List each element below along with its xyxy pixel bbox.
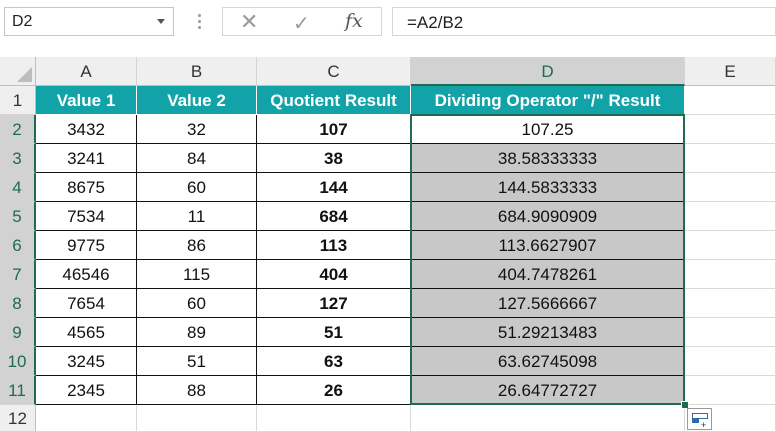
header-cell-b1[interactable]: Value 2 <box>137 86 257 115</box>
formula-input[interactable]: =A2/B2 <box>392 7 776 36</box>
more-options-icon[interactable] <box>198 11 202 33</box>
row-header-4[interactable]: 4 <box>0 173 36 202</box>
cell-b9[interactable]: 89 <box>137 318 257 347</box>
cell-d4[interactable]: 144.5833333 <box>411 173 685 202</box>
row-header-11[interactable]: 11 <box>0 376 36 405</box>
enter-check-icon[interactable]: ✓ <box>293 11 310 36</box>
cell-e9[interactable] <box>685 318 776 347</box>
cell-e4[interactable] <box>685 173 776 202</box>
insert-function-fx-icon[interactable]: fx <box>345 10 363 32</box>
cancel-x-icon[interactable]: ✕ <box>240 9 258 35</box>
name-box[interactable]: D2 <box>4 7 174 36</box>
cell-c2[interactable]: 107 <box>257 115 411 144</box>
cell-c8[interactable]: 127 <box>257 289 411 318</box>
row-header-7[interactable]: 7 <box>0 260 36 289</box>
cell-b10[interactable]: 51 <box>137 347 257 376</box>
cell-b7[interactable]: 115 <box>137 260 257 289</box>
cell-a2[interactable]: 3432 <box>36 115 137 144</box>
formula-bar-area: D2 ✕ ✓ fx =A2/B2 <box>0 0 776 57</box>
cell-a6[interactable]: 9775 <box>36 231 137 260</box>
cell-a3[interactable]: 3241 <box>36 144 137 173</box>
cell-c9[interactable]: 51 <box>257 318 411 347</box>
row-header-8[interactable]: 8 <box>0 289 36 318</box>
cell-d12[interactable] <box>411 405 685 432</box>
cell-d9[interactable]: 51.29213483 <box>411 318 685 347</box>
cell-c12[interactable] <box>257 405 411 432</box>
cell-a11[interactable]: 2345 <box>36 376 137 405</box>
row-header-1[interactable]: 1 <box>0 86 36 115</box>
row-header-3[interactable]: 3 <box>0 144 36 173</box>
cell-e7[interactable] <box>685 260 776 289</box>
select-all-button[interactable] <box>0 57 36 86</box>
row-header-10[interactable]: 10 <box>0 347 36 376</box>
cell-e5[interactable] <box>685 202 776 231</box>
cell-d2[interactable]: 107.25 <box>411 115 685 144</box>
cell-a10[interactable]: 3245 <box>36 347 137 376</box>
formula-text: =A2/B2 <box>407 13 464 32</box>
cell-e11[interactable] <box>685 376 776 405</box>
formula-buttons: ✕ ✓ fx <box>222 7 382 36</box>
cell-a8[interactable]: 7654 <box>36 289 137 318</box>
cell-e2[interactable] <box>685 115 776 144</box>
column-header-a[interactable]: A <box>36 57 137 86</box>
chevron-down-icon[interactable] <box>157 19 165 24</box>
cell-c5[interactable]: 684 <box>257 202 411 231</box>
row-header-9[interactable]: 9 <box>0 318 36 347</box>
cell-a7[interactable]: 46546 <box>36 260 137 289</box>
cell-a12[interactable] <box>36 405 137 432</box>
cell-c3[interactable]: 38 <box>257 144 411 173</box>
header-cell-d1[interactable]: Dividing Operator "/" Result <box>411 86 685 115</box>
cell-e6[interactable] <box>685 231 776 260</box>
cell-b11[interactable]: 88 <box>137 376 257 405</box>
cell-e8[interactable] <box>685 289 776 318</box>
header-cell-c1[interactable]: Quotient Result <box>257 86 411 115</box>
cell-b8[interactable]: 60 <box>137 289 257 318</box>
header-cell-a1[interactable]: Value 1 <box>36 86 137 115</box>
cell-c4[interactable]: 144 <box>257 173 411 202</box>
cell-d7[interactable]: 404.7478261 <box>411 260 685 289</box>
cell-b6[interactable]: 86 <box>137 231 257 260</box>
cell-b2[interactable]: 32 <box>137 115 257 144</box>
cell-c10[interactable]: 63 <box>257 347 411 376</box>
column-header-e[interactable]: E <box>685 57 776 86</box>
row-header-2[interactable]: 2 <box>0 115 36 144</box>
cell-c11[interactable]: 26 <box>257 376 411 405</box>
name-box-value: D2 <box>12 13 33 30</box>
cell-b12[interactable] <box>137 405 257 432</box>
cell-d10[interactable]: 63.62745098 <box>411 347 685 376</box>
cell-a5[interactable]: 7534 <box>36 202 137 231</box>
cell-b5[interactable]: 11 <box>137 202 257 231</box>
quick-analysis-icon[interactable]: + <box>687 408 712 430</box>
cell-a4[interactable]: 8675 <box>36 173 137 202</box>
cell-b3[interactable]: 84 <box>137 144 257 173</box>
cell-c6[interactable]: 113 <box>257 231 411 260</box>
cell-a9[interactable]: 4565 <box>36 318 137 347</box>
row-header-6[interactable]: 6 <box>0 231 36 260</box>
column-header-b[interactable]: B <box>137 57 257 86</box>
cell-d6[interactable]: 113.6627907 <box>411 231 685 260</box>
cell-e10[interactable] <box>685 347 776 376</box>
cell-d8[interactable]: 127.5666667 <box>411 289 685 318</box>
cell-d5[interactable]: 684.9090909 <box>411 202 685 231</box>
cell-b4[interactable]: 60 <box>137 173 257 202</box>
row-header-12[interactable]: 12 <box>0 405 36 432</box>
column-header-c[interactable]: C <box>257 57 411 86</box>
row-header-5[interactable]: 5 <box>0 202 36 231</box>
cell-c7[interactable]: 404 <box>257 260 411 289</box>
cell-d11[interactable]: 26.64772727 <box>411 376 685 405</box>
column-header-d[interactable]: D <box>411 57 685 86</box>
cell-d3[interactable]: 38.58333333 <box>411 144 685 173</box>
cell-e1[interactable] <box>685 86 776 115</box>
cell-e3[interactable] <box>685 144 776 173</box>
